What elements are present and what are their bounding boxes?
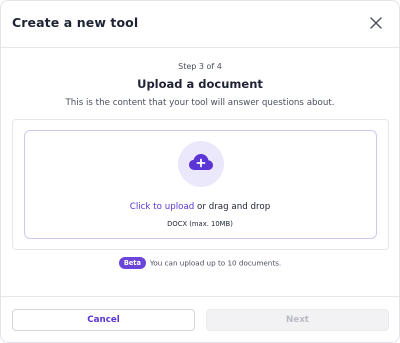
section-description: This is the content that your tool will … bbox=[65, 98, 335, 108]
file-format-hint: DOCX (max. 10MB) bbox=[167, 220, 233, 228]
drag-drop-text: or drag and drop bbox=[194, 202, 271, 212]
create-tool-dialog: Create a new tool Step 3 of 4 Upload a d… bbox=[0, 0, 400, 343]
beta-note-text: You can upload up to 10 documents. bbox=[149, 258, 282, 268]
beta-badge: Beta bbox=[118, 257, 146, 269]
close-icon[interactable] bbox=[369, 16, 383, 30]
next-button[interactable]: Next bbox=[206, 309, 389, 331]
step-indicator: Step 3 of 4 bbox=[178, 62, 222, 71]
upload-instructions: Click to upload or drag and drop bbox=[1, 202, 399, 212]
dialog-title: Create a new tool bbox=[12, 15, 139, 30]
dialog-header: Create a new tool bbox=[1, 1, 399, 48]
click-to-upload-link[interactable]: Click to upload bbox=[130, 202, 195, 212]
cloud-upload-icon[interactable] bbox=[178, 141, 224, 187]
cancel-button[interactable]: Cancel bbox=[12, 309, 195, 331]
beta-note: Beta You can upload up to 10 documents. bbox=[1, 257, 399, 269]
section-heading: Upload a document bbox=[137, 77, 263, 91]
